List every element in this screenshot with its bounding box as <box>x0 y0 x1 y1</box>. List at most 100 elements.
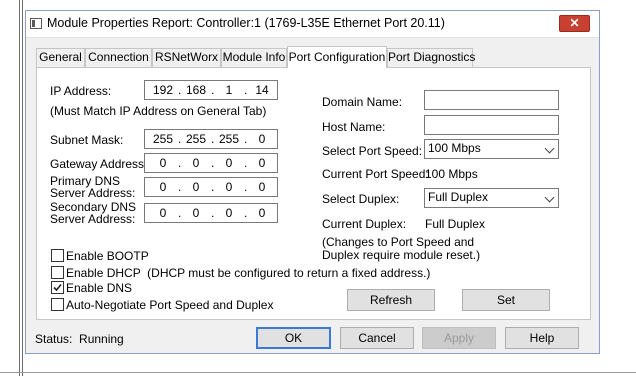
enable-bootp-label: Enable BOOTP <box>66 249 149 263</box>
ip-note: (Must Match IP Address on General Tab) <box>50 104 267 118</box>
tab-port-diagnostics[interactable]: Port Diagnostics <box>387 48 476 67</box>
duplex-select[interactable]: Full Duplex <box>424 188 559 208</box>
chevron-down-icon <box>544 143 555 154</box>
ip-dot: . <box>211 206 215 220</box>
enable-dns-checkbox[interactable] <box>51 281 64 294</box>
tab-label: Module Info <box>222 50 286 64</box>
tab-port-configuration[interactable]: Port Configuration <box>287 46 387 68</box>
ip-octet: 0 <box>258 180 266 194</box>
current-port-speed-label: Current Port Speed: <box>322 167 429 181</box>
ip-octet: 255 <box>152 132 174 146</box>
ok-button[interactable]: OK <box>256 327 331 349</box>
ip-dot: . <box>211 180 215 194</box>
title-bar[interactable]: Module Properties Report: Controller:1 (… <box>26 11 599 38</box>
port-configuration-panel: IP Address: 192 . 168 . 1 . 14 (Must Mat… <box>36 67 591 320</box>
auto-negotiate-label: Auto-Negotiate Port Speed and Duplex <box>66 298 274 312</box>
ip-octet: 0 <box>225 180 233 194</box>
ip-octet: 0 <box>258 132 266 146</box>
primary-dns-label-2: Server Address: <box>50 186 136 200</box>
subnet-mask-field[interactable]: 255 . 255 . 255 . 0 <box>144 129 278 149</box>
select-port-speed-label: Select Port Speed: <box>322 144 423 158</box>
ip-dot: . <box>178 180 182 194</box>
ip-octet: 0 <box>258 156 266 170</box>
set-button[interactable]: Set <box>462 289 550 311</box>
ip-address-label: IP Address: <box>50 84 112 98</box>
background-edge-line <box>22 0 23 376</box>
ip-dot: . <box>178 206 182 220</box>
subnet-mask-label: Subnet Mask: <box>50 133 124 147</box>
ip-octet: 14 <box>255 83 269 97</box>
host-name-input[interactable] <box>424 115 559 135</box>
current-port-speed-value: 100 Mbps <box>425 167 478 181</box>
background-edge-line <box>19 0 20 376</box>
secondary-dns-field[interactable]: 0 . 0 . 0 . 0 <box>144 203 278 223</box>
ip-dot: . <box>211 83 215 97</box>
ip-octet: 0 <box>225 156 233 170</box>
ip-dot: . <box>178 132 182 146</box>
ip-octet: 0 <box>192 206 200 220</box>
tab-rsnetworx[interactable]: RSNetWorx <box>152 48 221 67</box>
cancel-button[interactable]: Cancel <box>340 327 414 349</box>
module-properties-dialog: Module Properties Report: Controller:1 (… <box>25 10 600 354</box>
chevron-down-icon <box>544 192 555 203</box>
ip-octet: 0 <box>159 206 167 220</box>
background-edge-line <box>0 372 636 373</box>
ip-dot: . <box>244 206 248 220</box>
speed-change-note-2: Duplex require module reset.) <box>322 248 481 262</box>
tab-label: General <box>39 50 82 64</box>
domain-name-label: Domain Name: <box>322 95 403 109</box>
ip-octet: 0 <box>258 206 266 220</box>
current-duplex-value: Full Duplex <box>425 217 486 231</box>
ip-octet: 255 <box>218 132 240 146</box>
current-duplex-label: Current Duplex: <box>322 217 407 231</box>
close-button[interactable]: ✕ <box>559 15 590 32</box>
ok-button-label: OK <box>284 331 303 345</box>
ip-dot: . <box>244 156 248 170</box>
checkmark-icon <box>53 283 62 292</box>
enable-dns-label: Enable DNS <box>66 281 133 295</box>
window-title: Module Properties Report: Controller:1 (… <box>47 16 445 30</box>
tab-label: Port Diagnostics <box>388 50 476 64</box>
primary-dns-field[interactable]: 0 . 0 . 0 . 0 <box>144 177 278 197</box>
ip-octet: 1 <box>225 83 233 97</box>
ip-dot: . <box>211 156 215 170</box>
ip-octet: 255 <box>185 132 207 146</box>
tab-general[interactable]: General <box>36 48 85 67</box>
host-name-label: Host Name: <box>322 120 386 134</box>
ip-dot: . <box>211 132 215 146</box>
help-button[interactable]: Help <box>505 327 579 349</box>
ip-octet: 0 <box>192 156 200 170</box>
ip-dot: . <box>178 83 182 97</box>
close-icon: ✕ <box>569 16 580 30</box>
port-speed-value: 100 Mbps <box>428 141 481 155</box>
enable-dhcp-label: Enable DHCP (DHCP must be configured to … <box>66 266 431 280</box>
set-button-label: Set <box>496 293 515 307</box>
apply-button[interactable]: Apply <box>422 327 496 349</box>
ip-dot: . <box>244 132 248 146</box>
ip-octet: 0 <box>225 206 233 220</box>
gateway-address-field[interactable]: 0 . 0 . 0 . 0 <box>144 153 278 173</box>
enable-dhcp-checkbox[interactable] <box>51 266 64 279</box>
tab-label: Connection <box>88 50 149 64</box>
gateway-address-label: Gateway Address: <box>50 157 148 171</box>
ip-octet: 0 <box>159 156 167 170</box>
speed-change-note: (Changes to Port Speed and <box>322 235 475 249</box>
ip-octet: 0 <box>192 180 200 194</box>
status-text: Status: Running <box>35 332 124 346</box>
ip-octet: 168 <box>185 83 207 97</box>
ip-dot: . <box>244 83 248 97</box>
apply-button-label: Apply <box>443 331 475 345</box>
ip-address-field[interactable]: 192 . 168 . 1 . 14 <box>144 80 278 100</box>
enable-bootp-checkbox[interactable] <box>51 249 64 262</box>
cancel-button-label: Cancel <box>358 331 396 345</box>
secondary-dns-label-2: Server Address: <box>50 212 136 226</box>
port-speed-select[interactable]: 100 Mbps <box>424 139 559 159</box>
refresh-button[interactable]: Refresh <box>347 289 435 311</box>
tab-module-info[interactable]: Module Info <box>221 48 287 67</box>
ip-dot: . <box>178 156 182 170</box>
domain-name-input[interactable] <box>424 90 559 110</box>
tab-connection[interactable]: Connection <box>85 48 152 67</box>
auto-negotiate-checkbox[interactable] <box>51 298 64 311</box>
refresh-button-label: Refresh <box>369 293 413 307</box>
select-duplex-label: Select Duplex: <box>322 192 400 206</box>
